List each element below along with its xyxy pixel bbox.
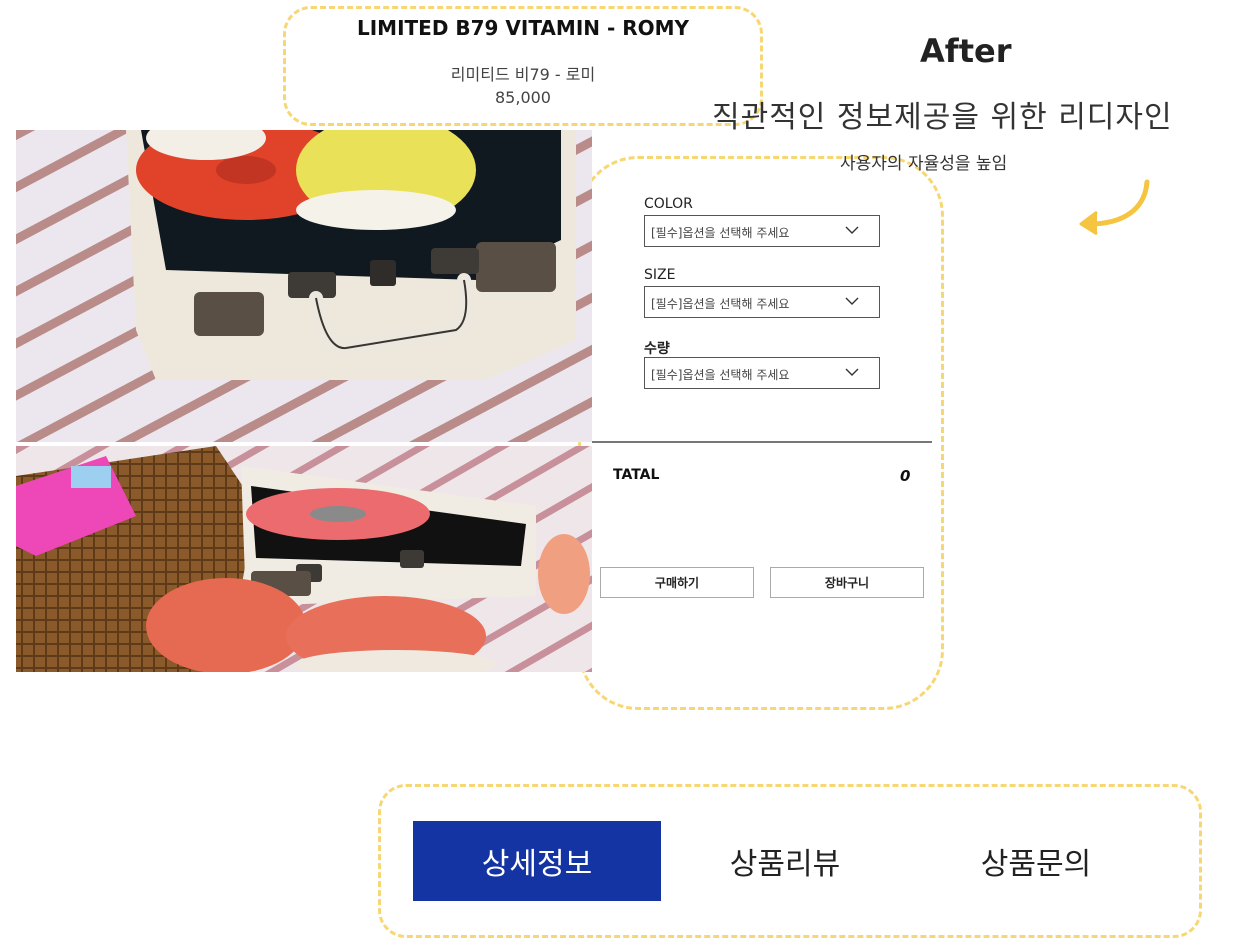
cart-button[interactable]: 장바구니 <box>770 567 924 598</box>
tab-detail-info[interactable]: 상세정보 <box>413 821 661 901</box>
product-photo-top <box>16 130 592 442</box>
curved-arrow-icon <box>1079 179 1150 236</box>
total-label: TATAL <box>613 467 660 483</box>
after-label: After <box>920 32 1012 70</box>
annotation-headline: 직관적인 정보제공을 위한 리디자인 <box>712 100 1173 135</box>
divider <box>592 441 932 443</box>
product-name-kr: 리미티드 비79 - 로미 <box>450 65 596 84</box>
tab-product-review[interactable]: 상품리뷰 <box>661 821 909 901</box>
product-price: 85,000 <box>495 88 551 107</box>
color-label: COLOR <box>644 196 693 212</box>
chevron-down-icon <box>845 226 859 234</box>
color-select[interactable]: [필수]옵션을 선택해 주세요 <box>644 215 880 247</box>
tab-product-inquiry[interactable]: 상품문의 <box>912 821 1160 901</box>
size-select-placeholder: [필수]옵션을 선택해 주세요 <box>651 297 790 311</box>
product-title: LIMITED B79 VITAMIN - ROMY <box>356 16 690 40</box>
color-select-placeholder: [필수]옵션을 선택해 주세요 <box>651 226 790 240</box>
product-photo-bottom <box>16 446 592 672</box>
buy-button[interactable]: 구매하기 <box>600 567 754 598</box>
size-select[interactable]: [필수]옵션을 선택해 주세요 <box>644 286 880 318</box>
annotation-subline: 사용자의 자율성을 높임 <box>840 154 1008 174</box>
chevron-down-icon <box>845 297 859 305</box>
total-value: 0 <box>900 467 911 485</box>
chevron-down-icon <box>845 368 859 376</box>
size-label: SIZE <box>644 267 676 283</box>
quantity-select[interactable]: [필수]옵션을 선택해 주세요 <box>644 357 880 389</box>
quantity-label: 수량 <box>644 341 670 357</box>
quantity-select-placeholder: [필수]옵션을 선택해 주세요 <box>651 368 790 382</box>
